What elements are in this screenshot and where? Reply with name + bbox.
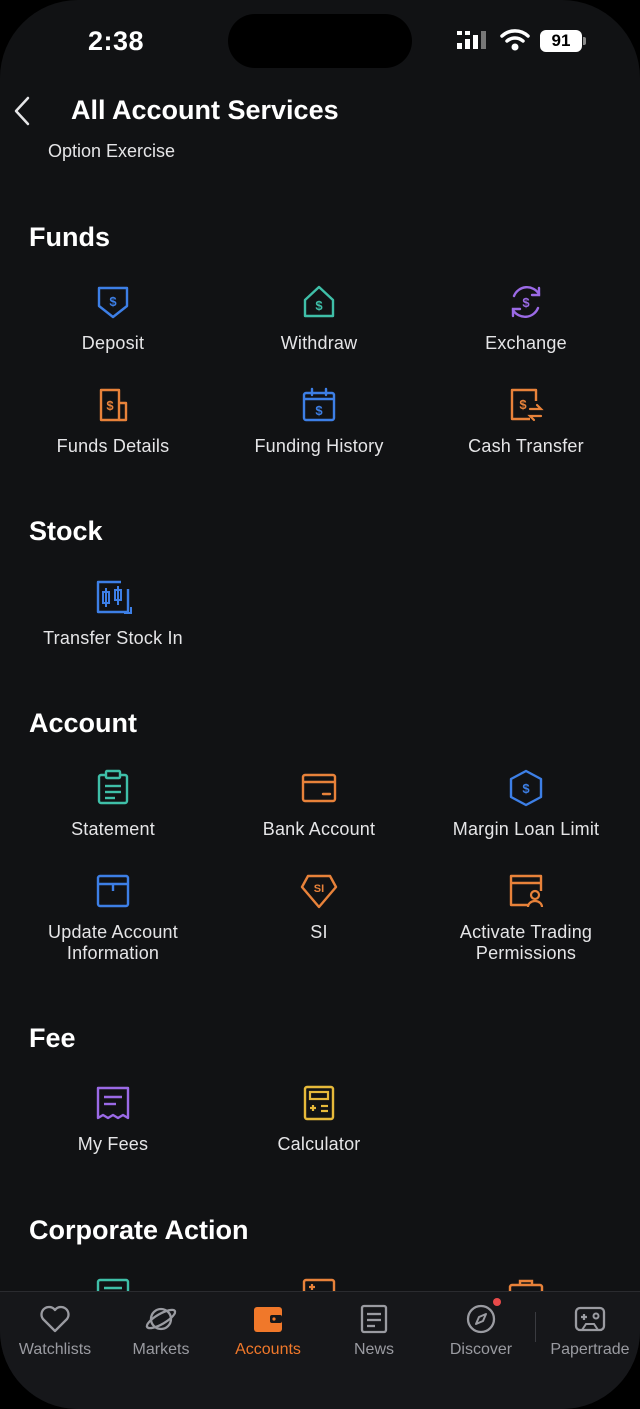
service-corporate-1[interactable]	[10, 1275, 216, 1291]
exchange-icon: $	[511, 286, 541, 318]
service-corporate-2[interactable]	[216, 1275, 422, 1291]
funds-details-icon: $	[99, 388, 128, 422]
status-time: 2:38	[88, 26, 145, 56]
status-bar: 2:38 91	[0, 0, 640, 80]
service-calculator[interactable]: Calculator	[216, 1083, 422, 1155]
withdraw-icon: $	[303, 285, 335, 318]
bottom-tab-bar: Watchlists Markets Accounts News Discove…	[0, 1291, 640, 1409]
nav-bar: All Account Services	[0, 85, 640, 137]
section-title-stock: Stock	[29, 516, 103, 546]
service-cash-transfer[interactable]: $ Cash Transfer	[423, 385, 629, 457]
option-exercise-label[interactable]: Option Exercise	[48, 141, 175, 162]
calculator-icon	[303, 1085, 335, 1121]
svg-text:$: $	[109, 294, 117, 309]
service-exchange[interactable]: $ Exchange	[423, 282, 629, 354]
tab-news[interactable]: News	[321, 1302, 427, 1359]
svg-text:$: $	[106, 398, 114, 413]
svg-text:$: $	[519, 397, 527, 412]
svg-text:$: $	[522, 295, 530, 310]
cash-transfer-icon: $	[510, 388, 544, 422]
service-funds-details[interactable]: $ Funds Details	[10, 385, 216, 457]
service-funding-history[interactable]: $ Funding History	[216, 385, 422, 457]
service-si[interactable]: SI SI	[216, 871, 422, 943]
service-statement[interactable]: Statement	[10, 768, 216, 840]
service-bank-account[interactable]: Bank Account	[216, 768, 422, 840]
svg-text:$: $	[522, 781, 530, 796]
tab-divider	[535, 1312, 536, 1342]
page-title: All Account Services	[71, 95, 339, 125]
svg-text:$: $	[315, 403, 323, 418]
wifi-icon	[500, 29, 530, 51]
news-icon	[360, 1304, 388, 1334]
margin-loan-limit-icon: $	[509, 769, 543, 807]
dynamic-island	[228, 14, 412, 68]
services-list[interactable]: Option Exercise Funds $ Deposit $ Withdr…	[0, 137, 640, 1291]
my-fees-icon	[96, 1086, 130, 1120]
section-title-account: Account	[29, 708, 137, 738]
transfer-stock-in-icon	[96, 580, 132, 614]
heart-icon	[40, 1305, 70, 1333]
deposit-icon: $	[97, 286, 129, 319]
service-my-fees[interactable]: My Fees	[10, 1083, 216, 1155]
corporate-briefcase-icon	[508, 1279, 544, 1291]
app-screen: 2:38 91 All Account Services Option Exer…	[0, 0, 640, 1409]
battery-icon: 91	[540, 30, 582, 52]
service-update-account-information[interactable]: Update Account Information	[10, 871, 216, 964]
tab-discover[interactable]: Discover	[428, 1302, 534, 1359]
svg-text:$: $	[315, 298, 323, 313]
gamepad-icon	[574, 1306, 606, 1332]
cellular-signal-icon	[457, 31, 486, 49]
service-deposit[interactable]: $ Deposit	[10, 282, 216, 354]
corporate-calculator-icon	[302, 1278, 336, 1291]
activate-trading-icon	[509, 874, 544, 908]
compass-icon	[466, 1304, 496, 1334]
back-arrow-icon[interactable]	[10, 93, 34, 129]
service-margin-loan-limit[interactable]: $ Margin Loan Limit	[423, 768, 629, 840]
tab-papertrade[interactable]: Papertrade	[537, 1302, 640, 1359]
tab-watchlists[interactable]: Watchlists	[2, 1302, 108, 1359]
bank-account-icon	[301, 773, 337, 803]
funding-history-icon: $	[302, 387, 336, 422]
section-title-funds: Funds	[29, 222, 110, 252]
svg-text:SI: SI	[314, 883, 324, 895]
si-icon: SI	[300, 874, 338, 909]
section-title-corporate-action: Corporate Action	[29, 1215, 249, 1245]
corporate-document-icon	[96, 1278, 130, 1291]
planet-icon	[145, 1307, 177, 1331]
tab-accounts[interactable]: Accounts	[215, 1302, 321, 1359]
tab-markets[interactable]: Markets	[108, 1302, 214, 1359]
wallet-icon	[254, 1307, 282, 1332]
service-corporate-3[interactable]	[423, 1275, 629, 1291]
service-withdraw[interactable]: $ Withdraw	[216, 282, 422, 354]
discover-notification-dot	[493, 1298, 501, 1306]
service-transfer-stock-in[interactable]: Transfer Stock In	[10, 577, 216, 649]
statement-icon	[97, 769, 129, 805]
section-title-fee: Fee	[29, 1023, 76, 1053]
service-activate-trading-permissions[interactable]: Activate Trading Permissions	[423, 871, 629, 964]
update-account-icon	[96, 874, 130, 908]
battery-cap	[583, 37, 586, 45]
